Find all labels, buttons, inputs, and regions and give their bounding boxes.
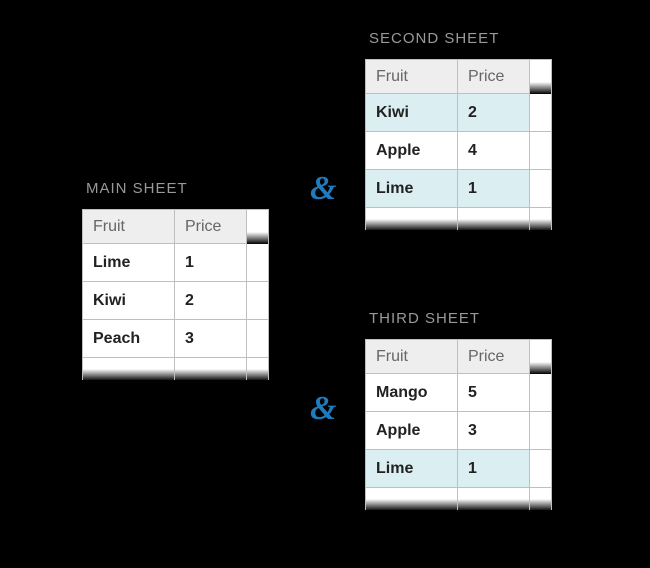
cell-fruit: Kiwi	[83, 282, 175, 320]
table-row: Kiwi 2	[83, 282, 269, 320]
col-header-price: Price	[458, 340, 530, 374]
cell-fruit: Peach	[83, 320, 175, 358]
cell-price: 1	[458, 450, 530, 488]
table-row: Peach 3	[83, 320, 269, 358]
cell-fruit: Apple	[366, 132, 458, 170]
cell-fruit: Lime	[83, 244, 175, 282]
cell-fruit: Lime	[366, 450, 458, 488]
cell-price: 1	[458, 170, 530, 208]
cell-fruit: Apple	[366, 412, 458, 450]
main-sheet-title: MAIN SHEET	[86, 180, 269, 197]
table-tail-row	[366, 488, 552, 510]
table-tail-row	[366, 208, 552, 230]
col-header-price: Price	[175, 210, 247, 244]
cell-price: 2	[175, 282, 247, 320]
ampersand-icon: &	[310, 390, 336, 428]
cell-fruit: Kiwi	[366, 94, 458, 132]
third-sheet: THIRD SHEET Fruit Price Mango 5 Apple 3 …	[365, 310, 552, 510]
col-header-fruit: Fruit	[366, 340, 458, 374]
col-tail	[247, 210, 269, 244]
table-row: Apple 4	[366, 132, 552, 170]
third-sheet-table: Fruit Price Mango 5 Apple 3 Lime 1	[365, 339, 552, 510]
cell-price: 2	[458, 94, 530, 132]
second-sheet: SECOND SHEET Fruit Price Kiwi 2 Apple 4 …	[365, 30, 552, 230]
cell-price: 3	[458, 412, 530, 450]
table-row: Lime 1	[366, 170, 552, 208]
col-header-price: Price	[458, 60, 530, 94]
cell-price: 3	[175, 320, 247, 358]
col-tail	[530, 60, 552, 94]
table-tail-row	[83, 358, 269, 380]
second-sheet-table: Fruit Price Kiwi 2 Apple 4 Lime 1	[365, 59, 552, 230]
third-sheet-title: THIRD SHEET	[369, 310, 552, 327]
col-tail	[530, 340, 552, 374]
second-sheet-title: SECOND SHEET	[369, 30, 552, 47]
col-header-fruit: Fruit	[83, 210, 175, 244]
cell-fruit: Mango	[366, 374, 458, 412]
main-sheet-table: Fruit Price Lime 1 Kiwi 2 Peach 3	[82, 209, 269, 380]
main-sheet: MAIN SHEET Fruit Price Lime 1 Kiwi 2 Pea…	[82, 180, 269, 380]
table-row: Apple 3	[366, 412, 552, 450]
col-header-fruit: Fruit	[366, 60, 458, 94]
cell-price: 1	[175, 244, 247, 282]
table-row: Mango 5	[366, 374, 552, 412]
cell-price: 5	[458, 374, 530, 412]
cell-price: 4	[458, 132, 530, 170]
table-row: Kiwi 2	[366, 94, 552, 132]
cell-fruit: Lime	[366, 170, 458, 208]
table-row: Lime 1	[83, 244, 269, 282]
table-row: Lime 1	[366, 450, 552, 488]
ampersand-icon: &	[310, 170, 336, 208]
